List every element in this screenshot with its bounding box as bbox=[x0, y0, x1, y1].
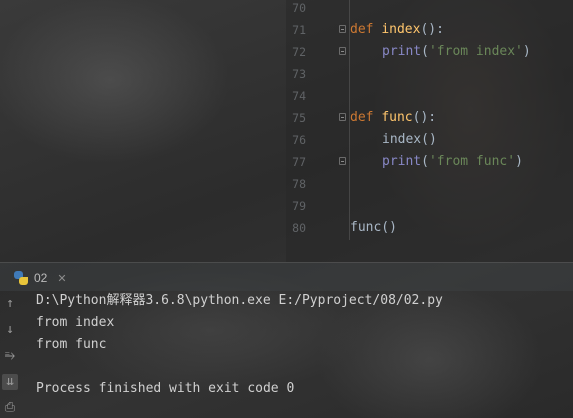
line-number: 71 bbox=[292, 23, 306, 37]
run-toolbar: ↑ ↓ ⥱ ⇊ ⎙ bbox=[0, 290, 20, 418]
code-text: def func(): bbox=[350, 107, 436, 129]
code-punctuation: ) bbox=[522, 44, 531, 59]
code-line[interactable]: 75 def func(): bbox=[286, 107, 573, 129]
python-icon bbox=[14, 271, 28, 285]
line-number: 80 bbox=[292, 221, 306, 235]
code-line[interactable]: 78 bbox=[286, 173, 573, 195]
scroll-down-icon[interactable]: ↓ bbox=[2, 322, 18, 338]
code-text: print('from index') bbox=[382, 41, 531, 63]
code-line[interactable]: 74 bbox=[286, 85, 573, 107]
code-text: print('from func') bbox=[382, 151, 523, 173]
code-line[interactable]: 80 func() bbox=[286, 217, 573, 239]
code-line[interactable]: 71 def index(): bbox=[286, 19, 573, 41]
console-line: Process finished with exit code 0 bbox=[36, 381, 295, 396]
code-line[interactable]: 70 bbox=[286, 0, 573, 19]
line-number: 79 bbox=[292, 199, 306, 213]
run-tab-label: 02 bbox=[34, 271, 48, 285]
code-line[interactable]: 76 index() bbox=[286, 129, 573, 151]
string-literal: 'from index' bbox=[428, 44, 523, 59]
line-number: 70 bbox=[292, 1, 306, 15]
function-name: func bbox=[381, 110, 413, 125]
function-name: index bbox=[381, 22, 421, 37]
soft-wrap-icon[interactable]: ⥱ bbox=[2, 348, 18, 364]
fold-end-marker-icon[interactable] bbox=[339, 157, 346, 165]
line-number: 72 bbox=[292, 45, 306, 59]
code-editor[interactable]: 70 71 def index(): 72 print('from index'… bbox=[0, 0, 573, 262]
code-text: index() bbox=[382, 132, 437, 147]
code-text: func() bbox=[350, 220, 397, 235]
line-number: 75 bbox=[292, 111, 306, 125]
code-line[interactable]: 72 print('from index') bbox=[286, 41, 573, 63]
line-number: 77 bbox=[292, 155, 306, 169]
code-punctuation: (): bbox=[420, 22, 444, 37]
print-icon[interactable]: ⎙ bbox=[2, 400, 18, 416]
fold-end-marker-icon[interactable] bbox=[339, 47, 346, 55]
run-tab[interactable]: 02 ✕ bbox=[14, 269, 67, 287]
builtin-name: print bbox=[382, 154, 422, 169]
code-line[interactable]: 77 print('from func') bbox=[286, 151, 573, 173]
console-line: D:\Python解释器3.6.8\python.exe E:/Pyprojec… bbox=[36, 293, 443, 308]
code-text: def index(): bbox=[350, 19, 444, 41]
console-line: from func bbox=[36, 337, 107, 352]
string-literal: 'from func' bbox=[428, 154, 516, 169]
fold-marker-icon[interactable] bbox=[339, 25, 346, 33]
code-punctuation: ) bbox=[515, 154, 523, 169]
keyword: def bbox=[350, 110, 374, 125]
line-number: 74 bbox=[292, 89, 306, 103]
close-icon[interactable]: ✕ bbox=[57, 272, 66, 285]
code-punctuation: ( bbox=[421, 154, 429, 169]
builtin-name: print bbox=[382, 44, 422, 59]
scroll-to-end-icon[interactable]: ⇊ bbox=[2, 374, 18, 390]
code-line[interactable]: 73 bbox=[286, 63, 573, 85]
line-number: 78 bbox=[292, 177, 306, 191]
rerun-up-icon[interactable]: ↑ bbox=[2, 296, 18, 312]
fold-marker-icon[interactable] bbox=[339, 113, 346, 121]
run-tool-window-header: 02 ✕ bbox=[0, 262, 573, 291]
console-output[interactable]: D:\Python解释器3.6.8\python.exe E:/Pyprojec… bbox=[36, 290, 566, 400]
line-number: 73 bbox=[292, 67, 306, 81]
code-line[interactable]: 79 bbox=[286, 195, 573, 217]
keyword: def bbox=[350, 22, 374, 37]
console-line: from index bbox=[36, 315, 115, 330]
line-number: 76 bbox=[292, 133, 306, 147]
code-punctuation: ( bbox=[421, 44, 429, 59]
code-punctuation: (): bbox=[412, 110, 437, 125]
